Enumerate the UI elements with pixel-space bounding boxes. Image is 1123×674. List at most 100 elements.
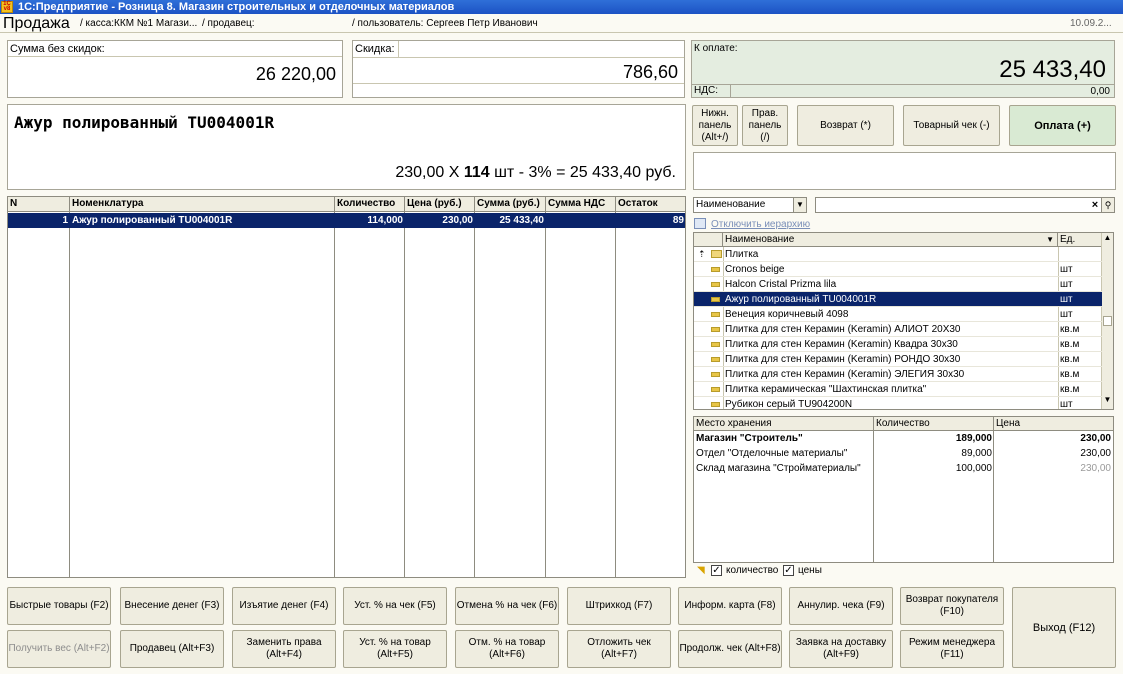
vat-value: 0,00 <box>1090 86 1110 97</box>
col-header-name[interactable]: Номенклатура <box>70 197 335 212</box>
set-receipt-discount-button[interactable]: Уст. % на чек (F5) <box>343 587 447 625</box>
lower-panel-button[interactable]: Нижн. панель (Alt+/) <box>692 105 738 146</box>
col-header-vat[interactable]: Сумма НДС <box>546 197 616 212</box>
discount-value: 786,60 <box>622 62 678 82</box>
price-checkbox[interactable]: ✓ <box>783 565 794 576</box>
customer-return-button[interactable]: Возврат покупателя (F10) <box>900 587 1004 625</box>
to-pay-panel: К оплате: 25 433,40 НДС: 0,00 <box>691 40 1115 98</box>
set-item-discount-button[interactable]: Уст. % на товар (Alt+F5) <box>343 630 447 668</box>
list-item[interactable]: Плитка для стен Керамин (Keramin) АЛИОТ … <box>694 322 1102 337</box>
to-pay-value: 25 433,40 <box>999 56 1106 83</box>
return-button[interactable]: Возврат (*) <box>797 105 894 146</box>
exit-button[interactable]: Выход (F12) <box>1012 587 1116 668</box>
item-icon <box>711 267 720 272</box>
list-item[interactable]: Плитка для стен Керамин (Keramin) ЭЛЕГИЯ… <box>694 367 1102 382</box>
list-item[interactable]: ⇡ Плитка <box>694 247 1102 262</box>
list-item[interactable]: Плитка для стен Керамин (Keramin) Квадра… <box>694 337 1102 352</box>
user-label: / пользователь: Сергеев Петр Иванович <box>352 18 538 29</box>
quick-goods-button[interactable]: Быстрые товары (F2) <box>7 587 111 625</box>
search-input[interactable]: × ⚲ <box>815 197 1115 213</box>
list-item[interactable]: Плитка керамическая "Шахтинская плитка" к… <box>694 382 1102 397</box>
delivery-request-button[interactable]: Заявка на доставку (Alt+F9) <box>789 630 893 668</box>
kassa-label: / касса:ККМ №1 Магази... <box>80 18 198 29</box>
stock-table[interactable]: Место хранения Количество Цена Магазин "… <box>693 416 1114 563</box>
list-item[interactable]: Плитка для стен Керамин (Keramin) РОНДО … <box>694 352 1102 367</box>
barcode-button[interactable]: Штрихкод (F7) <box>567 587 671 625</box>
form-title: Продажа <box>3 15 70 32</box>
right-panel-button[interactable]: Прав. панель (/) <box>742 105 788 146</box>
sum-no-discount-panel: Сумма без скидок: 26 220,00 <box>7 40 343 98</box>
to-pay-label: К оплате: <box>694 43 738 54</box>
get-weight-button[interactable]: Получить вес (Alt+F2) <box>7 630 111 668</box>
qty-checkbox[interactable]: ✓ <box>711 565 722 576</box>
price-checkbox-label: цены <box>798 565 822 576</box>
catalog-scrollbar[interactable]: ▲ ▼ <box>1101 233 1113 409</box>
search-icon[interactable]: ⚲ <box>1101 198 1114 212</box>
scroll-down-icon[interactable]: ▼ <box>1102 395 1113 407</box>
col-header-price[interactable]: Цена (руб.) <box>405 197 475 212</box>
list-item-selected[interactable]: Ажур полированный TU004001R шт <box>694 292 1102 307</box>
item-icon <box>711 297 720 302</box>
stock-row[interactable]: Магазин "Строитель" 189,000 230,00 <box>694 431 1113 446</box>
receipt-button[interactable]: Товарный чек (-) <box>903 105 1000 146</box>
item-icon <box>711 387 720 392</box>
folder-icon <box>711 250 722 258</box>
catalog-header-name[interactable]: Наименование ▼ <box>723 233 1058 247</box>
catalog-header-unit[interactable]: Ед. <box>1058 233 1102 247</box>
cash-out-button[interactable]: Изъятие денег (F4) <box>232 587 336 625</box>
col-header-qty[interactable]: Количество <box>335 197 405 212</box>
chevron-down-icon[interactable]: ▼ <box>793 198 806 212</box>
list-item[interactable]: Cronos beige шт <box>694 262 1102 277</box>
search-field-select[interactable]: Наименование ▼ <box>693 197 807 213</box>
seller-button[interactable]: Продавец (Alt+F3) <box>120 630 224 668</box>
current-item-name: Ажур полированный TU004001R <box>14 113 275 132</box>
filter-icon: ◥ <box>697 565 705 576</box>
void-receipt-button[interactable]: Аннулир. чека (F9) <box>789 587 893 625</box>
item-icon <box>711 327 720 332</box>
current-item-formula: 230,00 X 114 шт - 3% = 25 433,40 руб. <box>395 164 676 182</box>
col-header-rest[interactable]: Остаток <box>616 197 685 212</box>
folder-up-icon: ⇡ <box>698 249 706 259</box>
sum-no-discount-value: 26 220,00 <box>255 64 336 84</box>
window-title: 1С:Предприятие - Розница 8. Магазин стро… <box>18 1 455 13</box>
stock-header-qty[interactable]: Количество <box>874 417 994 431</box>
receipt-table[interactable]: N Номенклатура Количество Цена (руб.) Су… <box>7 196 686 578</box>
sum-no-discount-label: Сумма без скидок: <box>10 43 105 55</box>
title-bar: 1C v8 1С:Предприятие - Розница 8. Магазин… <box>0 0 1123 14</box>
discount-panel: Скидка: 786,60 <box>352 40 685 98</box>
list-item[interactable]: Рубикон серый TU904200N шт <box>694 397 1102 412</box>
cancel-item-discount-button[interactable]: Отм. % на товар (Alt+F6) <box>455 630 559 668</box>
stock-header-place[interactable]: Место хранения <box>694 417 874 431</box>
row-price: 230,00 <box>442 215 473 226</box>
row-name: Ажур полированный TU004001R <box>72 215 233 226</box>
stock-row[interactable]: Отдел "Отделочные материалы" 89,000 230,… <box>694 446 1113 461</box>
stock-row[interactable]: Склад магазина "Стройматериалы" 100,000 … <box>694 461 1113 476</box>
cancel-receipt-discount-button[interactable]: Отмена % на чек (F6) <box>455 587 559 625</box>
cash-in-button[interactable]: Внесение денег (F3) <box>120 587 224 625</box>
seller-label: / продавец: <box>202 18 255 29</box>
table-row[interactable]: 1 Ажур полированный TU004001R 114,000 23… <box>8 213 685 228</box>
qty-checkbox-label: количество <box>726 565 779 576</box>
replace-rights-button[interactable]: Заменить права (Alt+F4) <box>232 630 336 668</box>
vat-label: НДС: <box>694 85 718 96</box>
manager-mode-button[interactable]: Режим менеджера (F11) <box>900 630 1004 668</box>
item-icon <box>711 357 720 362</box>
form-header: Продажа / касса:ККМ №1 Магази... / прода… <box>0 14 1123 33</box>
search-field-value: Наименование <box>696 199 766 210</box>
scroll-up-icon[interactable]: ▲ <box>1102 233 1113 245</box>
stock-header-price[interactable]: Цена <box>994 417 1113 431</box>
date-label: 10.09.2... <box>1070 18 1112 29</box>
list-item[interactable]: Венеция коричневый 4098 шт <box>694 307 1102 322</box>
pay-button[interactable]: Оплата (+) <box>1009 105 1116 146</box>
clear-icon[interactable]: × <box>1089 198 1101 212</box>
col-header-sum[interactable]: Сумма (руб.) <box>475 197 546 212</box>
list-item[interactable]: Halcon Cristal Prizma lila шт <box>694 277 1102 292</box>
row-sum: 25 433,40 <box>499 215 545 226</box>
postpone-receipt-button[interactable]: Отложить чек (Alt+F7) <box>567 630 671 668</box>
scroll-thumb[interactable] <box>1103 316 1112 326</box>
catalog-list[interactable]: Наименование ▼ Ед. ▲ ▼ ⇡ Плитка Cronos b… <box>693 232 1114 410</box>
continue-receipt-button[interactable]: Продолж. чек (Alt+F8) <box>678 630 782 668</box>
info-card-button[interactable]: Информ. карта (F8) <box>678 587 782 625</box>
disable-hierarchy-link[interactable]: Отключить иерархию <box>711 219 810 230</box>
col-header-n[interactable]: N <box>8 197 70 212</box>
